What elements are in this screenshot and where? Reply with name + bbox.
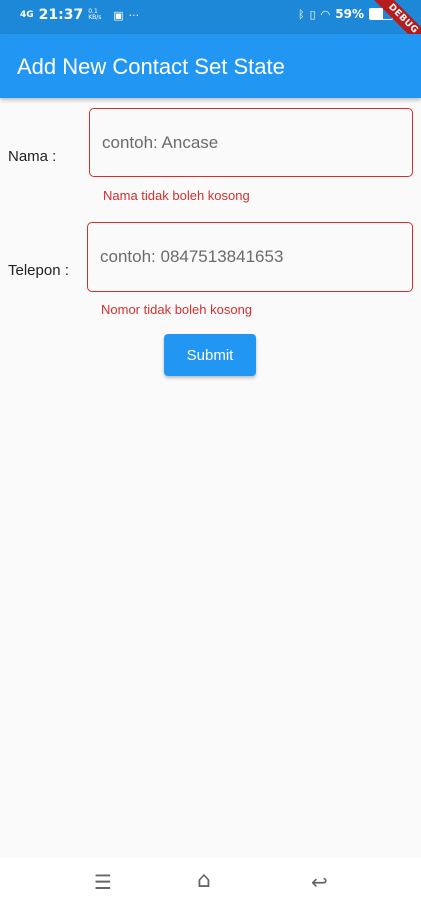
name-label: Nama : — [8, 148, 57, 165]
phone-error: Nomor tidak boleh kosong — [101, 302, 253, 317]
wifi-icon: ◠ — [320, 7, 331, 21]
name-input[interactable] — [90, 109, 412, 176]
phone-input[interactable] — [88, 223, 412, 291]
phone-label: Telepon : — [8, 262, 69, 279]
more-icon: ··· — [128, 8, 140, 22]
back-icon[interactable]: ↩ — [311, 870, 328, 894]
name-field[interactable] — [89, 108, 413, 177]
sim-icon: ▣ — [113, 8, 124, 22]
home-icon[interactable]: ⌂ — [197, 868, 211, 893]
app-bar: Add New Contact Set State — [0, 34, 421, 98]
status-time: 21:37 — [38, 7, 84, 23]
signal-icon: 4G — [20, 9, 34, 20]
battery-percent: 59% — [335, 7, 364, 21]
bluetooth-icon: ᛒ — [297, 7, 305, 21]
net-speed: 0.1 KB/s — [88, 8, 102, 21]
nav-bar: ☰ ⌂ ↩ — [0, 858, 421, 906]
phone-field[interactable] — [87, 222, 413, 292]
submit-button[interactable]: Submit — [164, 334, 256, 376]
battery-level — [370, 9, 383, 19]
menu-icon[interactable]: ☰ — [94, 870, 112, 894]
status-bar: 4G 21:37 0.1 KB/s ▣ ··· ᛒ ▯ ◠ 59% — [0, 0, 421, 34]
vibrate-icon: ▯ — [309, 7, 316, 21]
name-error: Nama tidak boleh kosong — [103, 188, 250, 203]
page-title: Add New Contact Set State — [17, 54, 285, 79]
